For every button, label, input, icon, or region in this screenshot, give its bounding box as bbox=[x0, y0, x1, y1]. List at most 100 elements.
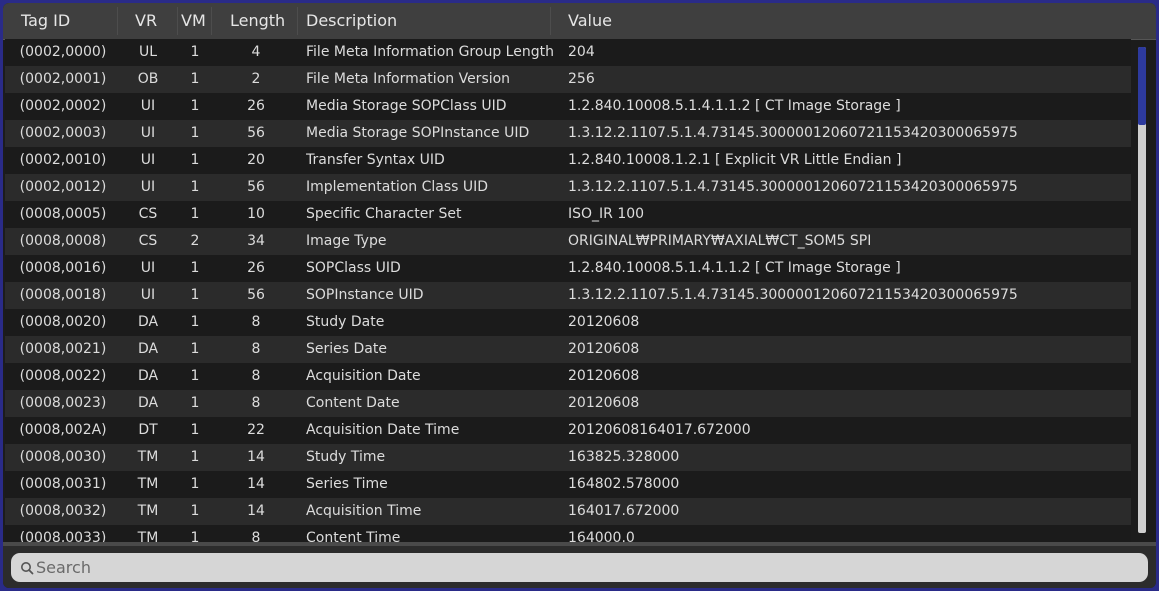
description-cell: File Meta Information Group Length bbox=[306, 44, 554, 60]
vr-cell: UI bbox=[140, 125, 156, 141]
length-cell: 34 bbox=[247, 233, 265, 249]
table-row[interactable]: (0002,0003) UI 1 56 Media Storage SOPInstanc… bbox=[5, 120, 1131, 147]
length-cell: 8 bbox=[251, 341, 261, 357]
tag-table-body[interactable]: (0002,0000) UL 1 4 File Meta Information Gro… bbox=[5, 39, 1131, 542]
tag-id-cell: (0002,0003) bbox=[19, 125, 107, 141]
column-header-tag-id[interactable]: Tag ID bbox=[21, 3, 70, 39]
length-cell: 56 bbox=[247, 287, 265, 303]
table-row[interactable]: (0002,0001) OB 1 2 File Meta Information Ver… bbox=[5, 66, 1131, 93]
table-row[interactable]: (0008,0018) UI 1 56 SOPInstance UID 1.3.12.2.… bbox=[5, 282, 1131, 309]
tag-id-cell: (0008,0021) bbox=[19, 341, 107, 357]
value-cell: 164017.672000 bbox=[568, 503, 680, 519]
table-row[interactable]: (0008,0005) CS 1 10 Specific Character Set IS… bbox=[5, 201, 1131, 228]
description-cell: Content Time bbox=[306, 530, 401, 542]
table-row[interactable]: (0008,0031) TM 1 14 Series Time 164802.578000 bbox=[5, 471, 1131, 498]
vm-cell: 1 bbox=[190, 449, 200, 465]
vm-cell: 1 bbox=[190, 368, 200, 384]
vm-cell: 1 bbox=[190, 341, 200, 357]
search-input[interactable] bbox=[36, 553, 1136, 582]
table-row[interactable]: (0008,0033) TM 1 8 Content Time 164000.0 bbox=[5, 525, 1131, 542]
length-cell: 26 bbox=[247, 98, 265, 114]
vr-cell: TM bbox=[137, 530, 159, 542]
vr-cell: DA bbox=[137, 314, 159, 330]
search-box[interactable] bbox=[11, 553, 1148, 582]
value-cell: 1.2.840.10008.1.2.1 [ Explicit VR Little… bbox=[568, 152, 902, 168]
vr-cell: UI bbox=[140, 98, 156, 114]
table-row[interactable]: (0008,0022) DA 1 8 Acquisition Date 20120608 bbox=[5, 363, 1131, 390]
vertical-scrollbar[interactable] bbox=[1138, 47, 1146, 533]
tag-id-cell: (0008,0032) bbox=[19, 503, 107, 519]
description-cell: Image Type bbox=[306, 233, 387, 249]
table-row[interactable]: (0008,0008) CS 2 34 Image Type ORIGINAL₩PRIMA… bbox=[5, 228, 1131, 255]
column-header-vm[interactable]: VM bbox=[181, 3, 206, 39]
length-cell: 14 bbox=[247, 503, 265, 519]
column-header-value[interactable]: Value bbox=[568, 3, 612, 39]
value-cell: 164000.0 bbox=[568, 530, 635, 542]
vm-cell: 1 bbox=[190, 422, 200, 438]
vr-cell: UI bbox=[140, 260, 156, 276]
table-row[interactable]: (0008,0016) UI 1 26 SOPClass UID 1.2.840.1000… bbox=[5, 255, 1131, 282]
column-separator[interactable] bbox=[297, 7, 298, 35]
table-header: Tag ID VR VM Length Description Value bbox=[3, 3, 1156, 40]
vr-cell: TM bbox=[137, 449, 159, 465]
description-cell: Specific Character Set bbox=[306, 206, 462, 222]
value-cell: 1.3.12.2.1107.5.1.4.73145.30000012060721… bbox=[568, 179, 1018, 195]
column-separator[interactable] bbox=[550, 7, 551, 35]
value-cell: 20120608 bbox=[568, 395, 640, 411]
vm-cell: 1 bbox=[190, 44, 200, 60]
value-cell: 1.2.840.10008.5.1.4.1.1.2 [ CT Image Sto… bbox=[568, 260, 901, 276]
tag-id-cell: (0008,0005) bbox=[19, 206, 107, 222]
vm-cell: 1 bbox=[190, 71, 200, 87]
vr-cell: DT bbox=[138, 422, 158, 438]
description-cell: Acquisition Date Time bbox=[306, 422, 460, 438]
column-header-length[interactable]: Length bbox=[230, 3, 285, 39]
length-cell: 8 bbox=[251, 314, 261, 330]
table-row[interactable]: (0002,0000) UL 1 4 File Meta Information Gro… bbox=[5, 39, 1131, 66]
length-cell: 8 bbox=[251, 530, 261, 542]
tag-id-cell: (0002,0002) bbox=[19, 98, 107, 114]
vr-cell: DA bbox=[137, 395, 159, 411]
column-separator[interactable] bbox=[211, 7, 212, 35]
description-cell: File Meta Information Version bbox=[306, 71, 511, 87]
column-header-vr[interactable]: VR bbox=[135, 3, 157, 39]
length-cell: 2 bbox=[251, 71, 261, 87]
vm-cell: 1 bbox=[190, 179, 200, 195]
table-row[interactable]: (0002,0002) UI 1 26 Media Storage SOPClass U… bbox=[5, 93, 1131, 120]
length-cell: 4 bbox=[251, 44, 261, 60]
vr-cell: OB bbox=[137, 71, 159, 87]
tag-id-cell: (0008,0023) bbox=[19, 395, 107, 411]
vm-cell: 2 bbox=[190, 233, 200, 249]
vm-cell: 1 bbox=[190, 206, 200, 222]
column-separator[interactable] bbox=[117, 7, 118, 35]
description-cell: Media Storage SOPInstance UID bbox=[306, 125, 530, 141]
length-cell: 22 bbox=[247, 422, 265, 438]
value-cell: 256 bbox=[568, 71, 595, 87]
value-cell: 1.3.12.2.1107.5.1.4.73145.30000012060721… bbox=[568, 125, 1018, 141]
value-cell: ISO_IR 100 bbox=[568, 206, 645, 222]
tag-id-cell: (0008,0008) bbox=[19, 233, 107, 249]
table-row[interactable]: (0008,0032) TM 1 14 Acquisition Time 164017.6… bbox=[5, 498, 1131, 525]
column-header-description[interactable]: Description bbox=[306, 3, 397, 39]
length-cell: 56 bbox=[247, 179, 265, 195]
tag-id-cell: (0002,0000) bbox=[19, 44, 107, 60]
table-row[interactable]: (0002,0010) UI 1 20 Transfer Syntax UID 1.2.8… bbox=[5, 147, 1131, 174]
vr-cell: DA bbox=[137, 341, 159, 357]
column-separator[interactable] bbox=[177, 7, 178, 35]
vm-cell: 1 bbox=[190, 503, 200, 519]
tag-id-cell: (0008,0031) bbox=[19, 476, 107, 492]
value-cell: 163825.328000 bbox=[568, 449, 680, 465]
tag-id-cell: (0008,0020) bbox=[19, 314, 107, 330]
tag-id-cell: (0002,0010) bbox=[19, 152, 107, 168]
description-cell: Acquisition Date bbox=[306, 368, 421, 384]
value-cell: 20120608 bbox=[568, 341, 640, 357]
length-cell: 26 bbox=[247, 260, 265, 276]
table-row[interactable]: (0008,002A) DT 1 22 Acquisition Date Time 201… bbox=[5, 417, 1131, 444]
vm-cell: 1 bbox=[190, 125, 200, 141]
table-row[interactable]: (0008,0020) DA 1 8 Study Date 20120608 bbox=[5, 309, 1131, 336]
table-row[interactable]: (0008,0030) TM 1 14 Study Time 163825.328000 bbox=[5, 444, 1131, 471]
table-row[interactable]: (0008,0021) DA 1 8 Series Date 20120608 bbox=[5, 336, 1131, 363]
scrollbar-thumb[interactable] bbox=[1138, 47, 1146, 125]
description-cell: Content Date bbox=[306, 395, 400, 411]
table-row[interactable]: (0002,0012) UI 1 56 Implementation Class UID… bbox=[5, 174, 1131, 201]
table-row[interactable]: (0008,0023) DA 1 8 Content Date 20120608 bbox=[5, 390, 1131, 417]
